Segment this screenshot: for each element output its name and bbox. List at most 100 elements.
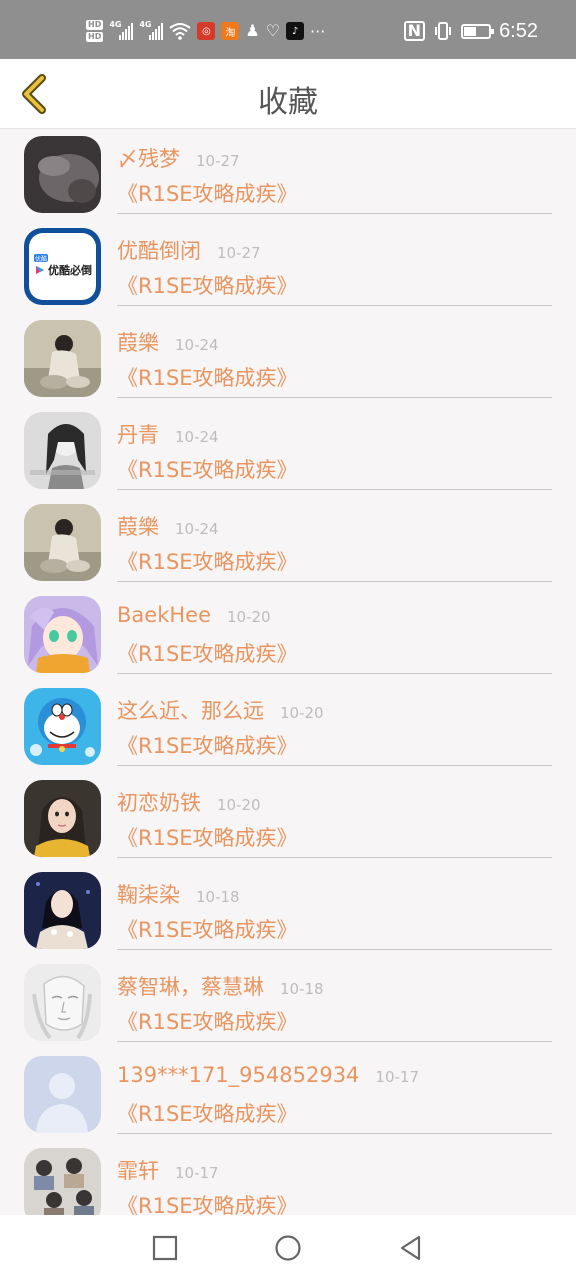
list-item[interactable]: 〆残梦 10-27 《R1SE攻略成疾》 xyxy=(0,130,576,222)
avatar-youku-logo[interactable]: 优酷 优酷必倒 xyxy=(24,228,101,305)
list-item-body[interactable]: 139***171_954852934 10-17 《R1SE攻略成疾》 xyxy=(117,1050,552,1134)
list-item[interactable]: 优酷 优酷必倒 优酷倒闭 10-27 《R1SE攻略成疾》 xyxy=(0,222,576,314)
avatar-sitting-person[interactable] xyxy=(24,320,101,397)
avatar-girl-dark-bg[interactable] xyxy=(24,872,101,949)
item-title[interactable]: 《R1SE攻略成疾》 xyxy=(117,914,298,944)
avatar-doraemon[interactable] xyxy=(24,688,101,765)
battery-level xyxy=(464,26,477,36)
recent-apps-button[interactable] xyxy=(148,1231,182,1265)
avatar-girl-portrait[interactable] xyxy=(24,780,101,857)
circle-icon xyxy=(275,1235,301,1261)
item-title[interactable]: 《R1SE攻略成疾》 xyxy=(117,822,298,852)
item-date: 10-24 xyxy=(175,428,219,446)
item-title[interactable]: 《R1SE攻略成疾》 xyxy=(117,546,298,576)
list-item[interactable]: 初恋奶铁 10-20 《R1SE攻略成疾》 xyxy=(0,774,576,866)
list-item[interactable]: 139***171_954852934 10-17 《R1SE攻略成疾》 xyxy=(0,1050,576,1142)
clock: 6:52 xyxy=(499,19,538,42)
name-line: 蔡智琳，蔡慧琳 10-18 xyxy=(117,971,324,1001)
item-date: 10-17 xyxy=(375,1068,420,1086)
list-item-body[interactable]: 优酷倒闭 10-27 《R1SE攻略成疾》 xyxy=(117,222,552,306)
tiktok-icon: ♪ xyxy=(286,22,305,40)
list-item-body[interactable]: 初恋奶铁 10-20 《R1SE攻略成疾》 xyxy=(117,774,552,858)
user-name[interactable]: 这么近、那么远 xyxy=(117,695,264,725)
name-line: 葭樂 10-24 xyxy=(117,327,219,357)
list-item-body[interactable]: BaekHee 10-20 《R1SE攻略成疾》 xyxy=(117,590,552,674)
list-item[interactable]: 这么近、那么远 10-20 《R1SE攻略成疾》 xyxy=(0,682,576,774)
favorites-list[interactable]: 〆残梦 10-27 《R1SE攻略成疾》 优酷 优酷必倒 优酷倒闭 10-27 《R1SE攻略… xyxy=(0,130,576,1215)
avatar-sitting-person[interactable] xyxy=(24,504,101,581)
list-item-body[interactable]: 蔡智琳，蔡慧琳 10-18 《R1SE攻略成疾》 xyxy=(117,958,552,1042)
signal-icon-2: 4G xyxy=(139,20,164,40)
heart-icon: ♡ xyxy=(265,21,281,40)
user-name[interactable]: 初恋奶铁 xyxy=(117,787,201,817)
user-name[interactable]: 丹青 xyxy=(117,419,159,449)
user-name[interactable]: 〆残梦 xyxy=(117,143,180,173)
item-title[interactable]: 《R1SE攻略成疾》 xyxy=(117,1098,298,1128)
avatar-youku-text: 优酷必倒 xyxy=(48,263,92,277)
item-title[interactable]: 《R1SE攻略成疾》 xyxy=(117,638,298,668)
name-line: 初恋奶铁 10-20 xyxy=(117,787,261,817)
user-name[interactable]: BaekHee xyxy=(117,603,211,627)
user-name[interactable]: 鞠柒染 xyxy=(117,879,180,909)
avatar-default-user[interactable] xyxy=(24,1056,101,1133)
avatar-grayscale-girl[interactable] xyxy=(24,412,101,489)
item-title[interactable]: 《R1SE攻略成疾》 xyxy=(117,730,298,760)
status-bar: HD HD 4G 4G ◎ 淘 ♟ ♡ ♪ ··· N 6:52 xyxy=(0,0,576,59)
list-item[interactable]: 鞠柒染 10-18 《R1SE攻略成疾》 xyxy=(0,866,576,958)
status-right-icons: N 6:52 xyxy=(403,16,538,46)
item-date: 10-17 xyxy=(175,1164,219,1182)
list-item-body[interactable]: 鞠柒染 10-18 《R1SE攻略成疾》 xyxy=(117,866,552,950)
item-title[interactable]: 《R1SE攻略成疾》 xyxy=(117,454,298,484)
avatar-dark-hand[interactable] xyxy=(24,136,101,213)
list-item[interactable]: 蔡智琳，蔡慧琳 10-18 《R1SE攻略成疾》 xyxy=(0,958,576,1050)
item-date: 10-24 xyxy=(175,336,219,354)
home-button[interactable] xyxy=(271,1231,305,1265)
item-title[interactable]: 《R1SE攻略成疾》 xyxy=(117,1190,298,1215)
list-item-body[interactable]: 葭樂 10-24 《R1SE攻略成疾》 xyxy=(117,498,552,582)
list-item-body[interactable]: 葭樂 10-24 《R1SE攻略成疾》 xyxy=(117,314,552,398)
avatar-sketch-face[interactable] xyxy=(24,964,101,1041)
name-line: 优酷倒闭 10-27 xyxy=(117,235,261,265)
battery-icon xyxy=(461,23,495,39)
signal-icon: 4G xyxy=(109,20,134,40)
triangle-back-icon xyxy=(400,1235,421,1261)
item-title[interactable]: 《R1SE攻略成疾》 xyxy=(117,362,298,392)
more-icon: ··· xyxy=(310,21,326,41)
wifi-icon xyxy=(169,23,191,40)
item-date: 10-27 xyxy=(217,244,261,262)
list-item[interactable]: 丹青 10-24 《R1SE攻略成疾》 xyxy=(0,406,576,498)
user-name[interactable]: 霏轩 xyxy=(117,1155,159,1185)
item-title[interactable]: 《R1SE攻略成疾》 xyxy=(117,270,298,300)
user-name[interactable]: 葭樂 xyxy=(117,327,159,357)
avatar-group-photo[interactable] xyxy=(24,1148,101,1215)
name-line: 葭樂 10-24 xyxy=(117,511,219,541)
list-item-body[interactable]: 这么近、那么远 10-20 《R1SE攻略成疾》 xyxy=(117,682,552,766)
item-date: 10-20 xyxy=(217,796,261,814)
name-line: 霏轩 10-17 xyxy=(117,1155,219,1185)
list-item-body[interactable]: 霏轩 10-17 《R1SE攻略成疾》 xyxy=(117,1142,552,1215)
list-item[interactable]: 葭樂 10-24 《R1SE攻略成疾》 xyxy=(0,314,576,406)
user-name[interactable]: 139***171_954852934 xyxy=(117,1063,359,1087)
item-title[interactable]: 《R1SE攻略成疾》 xyxy=(117,1006,298,1036)
avatar-youku-tag: 优酷 xyxy=(35,255,47,263)
square-icon xyxy=(152,1235,178,1261)
list-item-body[interactable]: 〆残梦 10-27 《R1SE攻略成疾》 xyxy=(117,130,552,214)
user-name[interactable]: 优酷倒闭 xyxy=(117,235,201,265)
item-date: 10-20 xyxy=(280,704,324,722)
weibo-icon: ◎ xyxy=(197,22,216,40)
item-date: 10-20 xyxy=(227,608,271,626)
list-item-body[interactable]: 丹青 10-24 《R1SE攻略成疾》 xyxy=(117,406,552,490)
qq-icon: ♟ xyxy=(245,21,260,40)
list-item[interactable]: BaekHee 10-20 《R1SE攻略成疾》 xyxy=(0,590,576,682)
list-item[interactable]: 霏轩 10-17 《R1SE攻略成疾》 xyxy=(0,1142,576,1215)
user-name[interactable]: 葭樂 xyxy=(117,511,159,541)
name-line: BaekHee 10-20 xyxy=(117,603,271,627)
item-title[interactable]: 《R1SE攻略成疾》 xyxy=(117,178,298,208)
avatar-anime-girl[interactable] xyxy=(24,596,101,673)
name-line: 丹青 10-24 xyxy=(117,419,219,449)
user-name[interactable]: 蔡智琳，蔡慧琳 xyxy=(117,971,264,1001)
back-nav-button[interactable] xyxy=(393,1231,427,1265)
name-line: 〆残梦 10-27 xyxy=(117,143,240,173)
list-item[interactable]: 葭樂 10-24 《R1SE攻略成疾》 xyxy=(0,498,576,590)
header: 收藏 xyxy=(0,59,576,129)
